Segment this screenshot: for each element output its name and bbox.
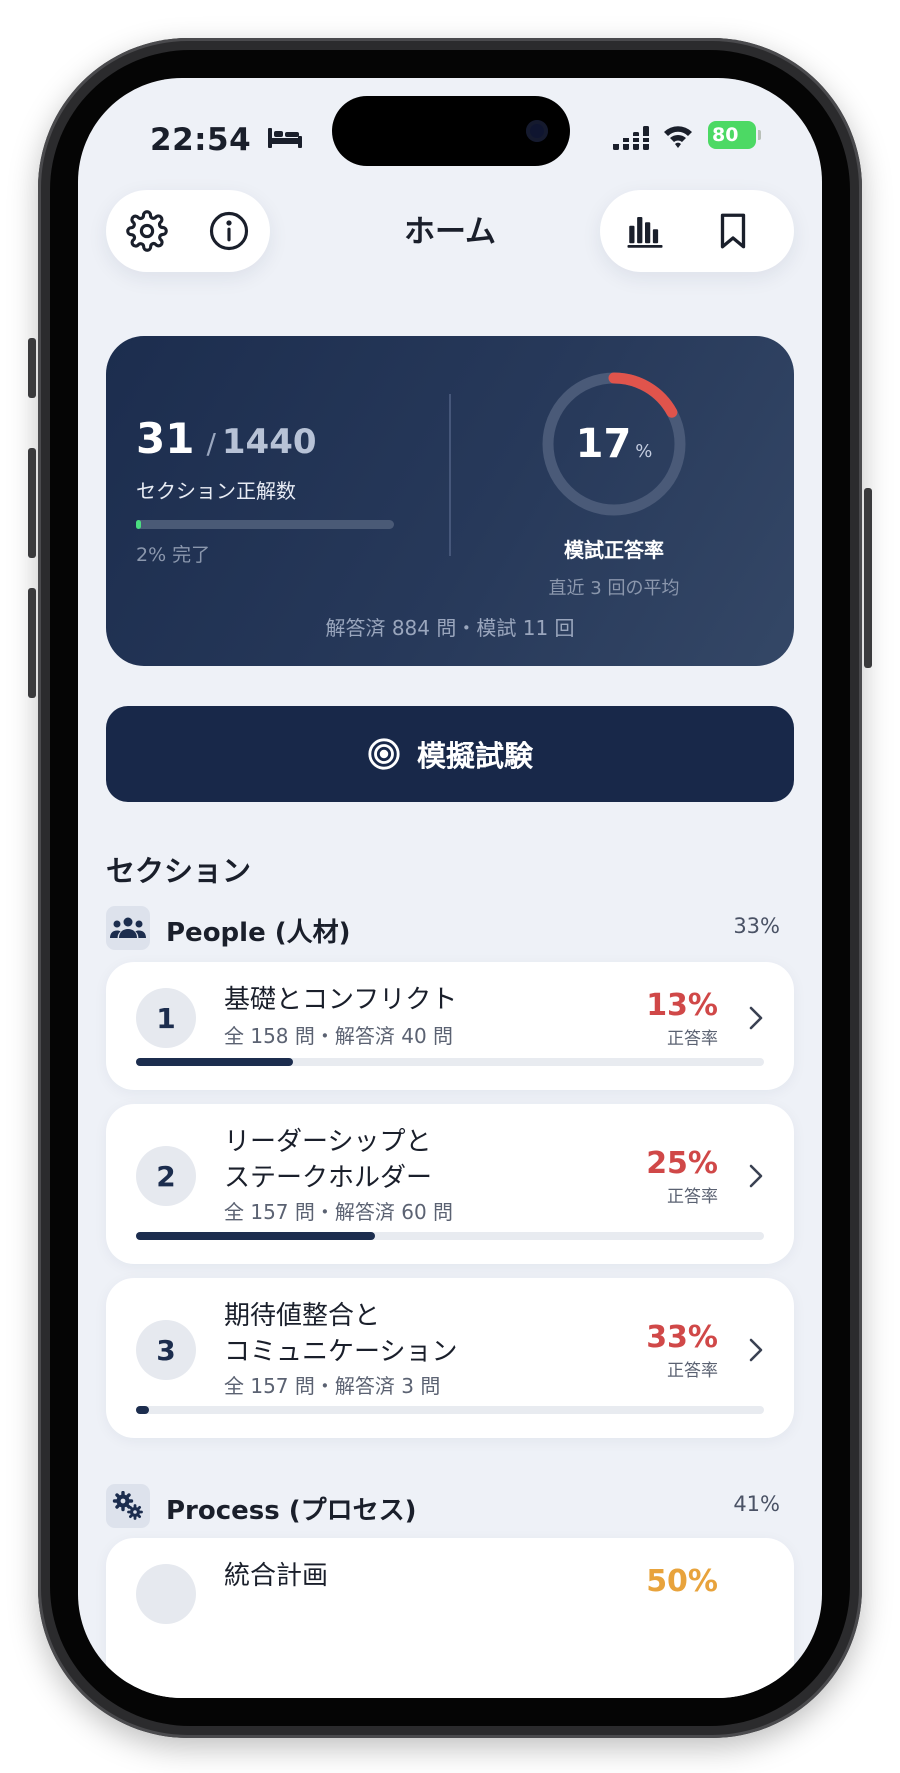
- section-title: 統合計画: [224, 1558, 328, 1594]
- section-title: リーダーシップと ステークホルダー: [224, 1124, 432, 1196]
- camera-icon: [526, 120, 548, 142]
- section-title-line: 基礎とコンフリクト: [224, 985, 458, 1015]
- section-progress-fill: [136, 1232, 375, 1240]
- volume-up-button: [28, 448, 36, 558]
- mock-exam-button[interactable]: 模擬試験: [106, 706, 794, 802]
- overall-progress-bar: [136, 520, 394, 529]
- section-title-line: 統合計画: [224, 1561, 329, 1591]
- exam-rate-note: 直近 3 回の平均: [548, 578, 680, 599]
- section-rate: 13%: [646, 988, 718, 1023]
- chevron-right-icon: [749, 1338, 763, 1362]
- exam-rate-unit: %: [635, 440, 653, 462]
- group-header-people: People (人材) 33%: [106, 906, 794, 950]
- section-progress-bar: [136, 1058, 764, 1066]
- section-meta: 全 157 問・解答済 60 問: [224, 1200, 454, 1224]
- section-correct-count: 31 /1440: [136, 414, 317, 463]
- section-meta: 全 158 問・解答済 40 問: [224, 1024, 454, 1048]
- section-rate-label: 正答率: [667, 1187, 718, 1207]
- chevron-right-icon: [749, 1164, 763, 1188]
- chevron-right-icon: [749, 1006, 763, 1030]
- volume-down-button: [28, 588, 36, 698]
- battery-indicator: 80: [708, 121, 761, 149]
- section-title-line: ステークホルダー: [224, 1163, 433, 1193]
- exam-rate-number: 17: [575, 421, 632, 467]
- section-rate: 25%: [646, 1146, 718, 1181]
- section-title-line: コミュニケーション: [224, 1337, 458, 1367]
- section-title-line: リーダーシップと: [224, 1127, 432, 1157]
- section-number: 1: [136, 988, 196, 1048]
- section-title: 基礎とコンフリクト: [224, 982, 457, 1018]
- section-row-2[interactable]: 2 リーダーシップと ステークホルダー 全 157 問・解答済 60 問 25%…: [106, 1104, 794, 1264]
- action-button: [28, 338, 36, 398]
- section-progress-bar: [136, 1406, 764, 1414]
- bed-icon: [268, 128, 302, 148]
- section-progress-bar: [136, 1232, 764, 1240]
- bookmark-icon[interactable]: [712, 210, 754, 252]
- mock-exam-button-label: 模擬試験: [416, 739, 533, 773]
- exam-rate-value: 17%: [536, 366, 692, 522]
- section-progress-fill: [136, 1058, 293, 1066]
- group-title: Process (プロセス): [166, 1496, 417, 1526]
- group-percent: 33%: [733, 914, 780, 938]
- section-meta: 全 157 問・解答済 3 問: [224, 1374, 441, 1398]
- group-title: People (人材): [166, 918, 351, 948]
- section-title: 期待値整合と コミュニケーション: [224, 1298, 457, 1370]
- screen: 22:54 80 ホーム 31 / 1440 セクション正解数 2% 完了 17…: [78, 78, 822, 1698]
- section-title-line: 期待値整合と: [224, 1301, 381, 1331]
- total-count: 1440: [221, 422, 317, 462]
- power-button: [864, 488, 872, 668]
- section-rate-label: 正答率: [667, 1029, 718, 1049]
- section-rate-label: 正答率: [667, 1361, 718, 1381]
- sections-heading: セクション: [106, 854, 252, 888]
- section-row-4[interactable]: 統合計画 50%: [106, 1538, 794, 1698]
- count-separator: /: [206, 427, 216, 460]
- section-number: 2: [136, 1146, 196, 1206]
- bar-chart-icon[interactable]: [624, 210, 666, 252]
- cellular-signal-icon: [612, 126, 652, 150]
- correct-count: 31: [136, 414, 195, 463]
- section-progress-fill: [136, 1406, 149, 1414]
- dynamic-island: [332, 96, 570, 166]
- people-icon: [106, 906, 150, 950]
- section-row-1[interactable]: 1 基礎とコンフリクト 全 158 問・解答済 40 問 13% 正答率: [106, 962, 794, 1090]
- section-number: [136, 1564, 196, 1624]
- wifi-icon: [664, 126, 692, 148]
- completion-text: 2% 完了: [136, 544, 211, 566]
- section-rate: 33%: [646, 1320, 718, 1355]
- group-header-process: Process (プロセス) 41%: [106, 1484, 794, 1528]
- battery-level: 80: [712, 124, 739, 146]
- header-right-pill: [600, 190, 794, 272]
- status-time: 22:54: [150, 122, 252, 158]
- correct-count-label: セクション正解数: [136, 479, 296, 503]
- stats-divider: [449, 394, 451, 556]
- exam-rate-label: 模試正答率: [564, 538, 664, 562]
- stats-footer: 解答済 884 問・模試 11 回: [325, 616, 575, 640]
- gears-icon: [106, 1484, 150, 1528]
- section-rate: 50%: [646, 1564, 718, 1599]
- section-number: 3: [136, 1320, 196, 1380]
- section-row-3[interactable]: 3 期待値整合と コミュニケーション 全 157 問・解答済 3 問 33% 正…: [106, 1278, 794, 1438]
- group-percent: 41%: [733, 1492, 780, 1516]
- stats-card: 31 /1440 セクション正解数 2% 完了 17% 模試正答率 直近 3 回の…: [106, 336, 794, 666]
- overall-progress-fill: [136, 520, 142, 529]
- target-icon: [368, 738, 400, 770]
